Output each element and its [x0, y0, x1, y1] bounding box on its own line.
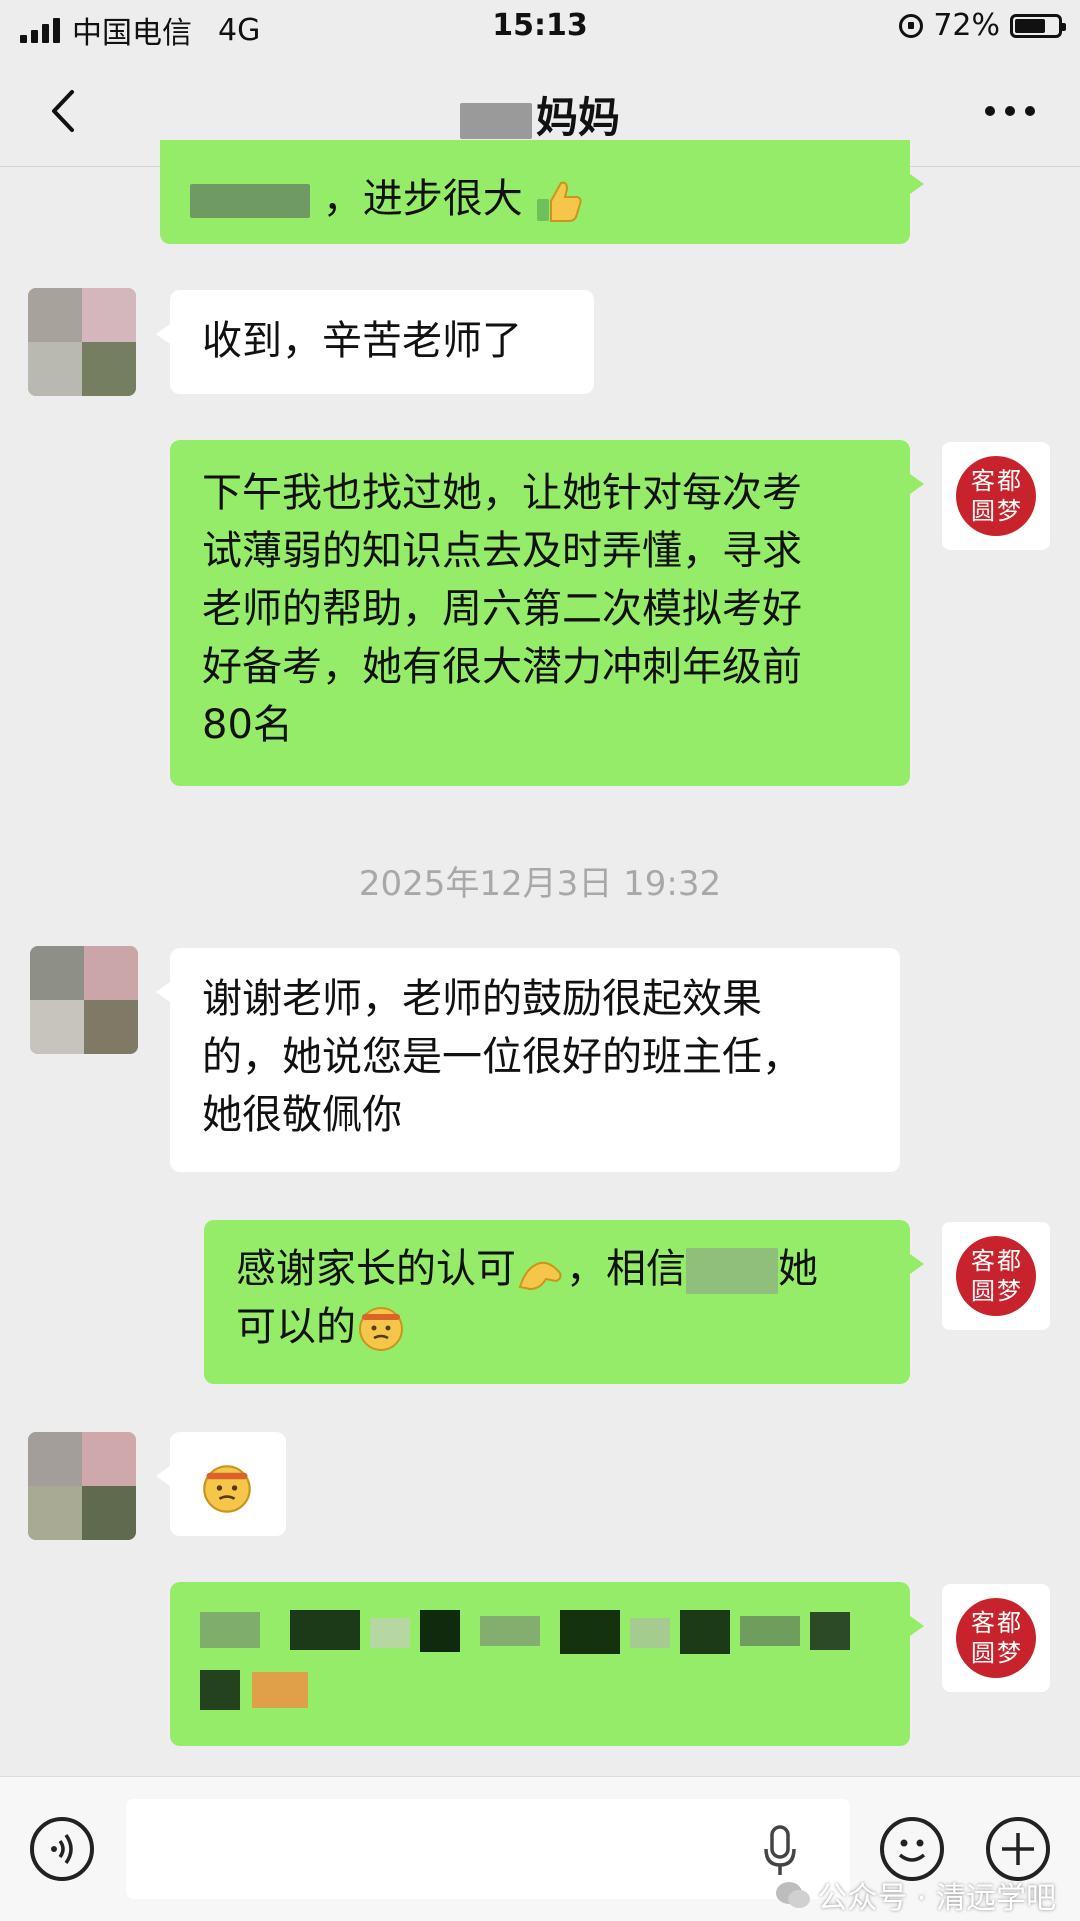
redacted-text	[190, 184, 310, 218]
my-avatar[interactable]: 客都圆梦	[942, 1584, 1050, 1692]
redacted-message	[200, 1608, 880, 1718]
message-bubble[interactable]: 谢谢老师，老师的鼓励很起效果 的，她说您是一位很好的班主任， 她很敬佩你	[156, 948, 900, 1172]
contact-avatar[interactable]	[30, 946, 138, 1054]
ok-hand-icon	[518, 1261, 562, 1291]
message-bubble[interactable]: 收到，辛苦老师了	[156, 290, 594, 394]
message-bubble[interactable]	[156, 1432, 286, 1536]
battery-percent: 72%	[933, 8, 1000, 43]
contact-avatar[interactable]	[28, 288, 136, 396]
my-avatar[interactable]: 客都圆梦	[942, 1222, 1050, 1330]
voice-icon[interactable]	[30, 1817, 94, 1881]
chat-timestamp: 2025年12月3日 19:32	[358, 864, 722, 904]
wechat-icon	[776, 1882, 811, 1908]
seal-logo-icon: 客都圆梦	[956, 456, 1036, 536]
message-bubble[interactable]: 感谢家长的认可 ，相信她 可以的	[204, 1220, 924, 1384]
message-bubble[interactable]: 下午我也找过她，让她针对每次考 试薄弱的知识点去及时弄懂，寻求 老师的帮助，周六…	[170, 440, 924, 786]
seal-logo-icon: 客都圆梦	[956, 1236, 1036, 1316]
mic-icon[interactable]	[760, 1823, 800, 1879]
rotation-lock-icon	[899, 13, 924, 38]
contact-avatar[interactable]	[28, 1432, 136, 1540]
input-bar: 公众号 · 清远学吧	[0, 1776, 1080, 1921]
status-bar: 中国电信 4G 15:13 72%	[0, 0, 1080, 56]
battery-icon	[1010, 13, 1066, 38]
my-avatar[interactable]: 客都圆梦	[942, 442, 1050, 550]
salute-face-icon	[203, 1465, 251, 1513]
message-bubble[interactable]	[170, 1582, 924, 1746]
message-input[interactable]	[126, 1799, 850, 1899]
more-dots-icon[interactable]	[980, 86, 1040, 136]
salute-face-icon	[359, 1307, 403, 1351]
watermark: 公众号 · 清远学吧	[775, 1873, 1056, 1917]
smile-icon[interactable]	[880, 1817, 944, 1881]
seal-logo-icon: 客都圆梦	[956, 1598, 1036, 1678]
thumbs-up-icon	[537, 181, 582, 222]
redacted-text	[686, 1248, 778, 1294]
plus-icon[interactable]	[986, 1817, 1050, 1881]
redacted-name	[459, 102, 532, 139]
chat-title: 妈妈	[0, 84, 1080, 145]
message-bubble[interactable]: ，进步很大	[160, 140, 924, 244]
